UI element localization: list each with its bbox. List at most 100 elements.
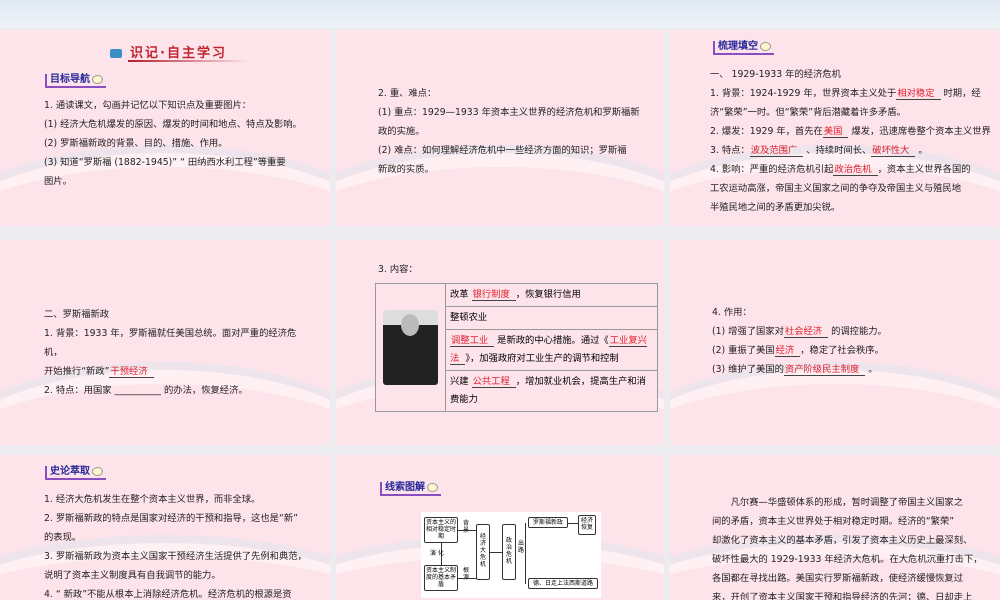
- new-deal-content-table: 改革 银行制度 ，恢复银行信用 整顿农业 调整工业 是新政的中心措施。通过《工业复…: [375, 283, 658, 412]
- tag-label: 梳理填空: [718, 41, 758, 52]
- text-segment: 4. 作用：: [712, 307, 752, 318]
- slide-text: 1. 通读课文，勾画并记忆以下知识点及重要图片： (1) 经济大危机爆发的原因、爆…: [44, 96, 302, 191]
- box-stable: 资本主义的相对稳定时期: [424, 517, 458, 543]
- title-underline: [128, 60, 248, 62]
- table-cell: 调整工业 是新政的中心措施。通过《工业复兴法 》，加强政府对工业生产的调节和控制: [445, 329, 658, 371]
- section-tag: 史论萃取: [45, 466, 106, 480]
- text-segment: 却激化了资本主义的基本矛盾，引发了资本主义历史上最深刻、: [712, 535, 973, 546]
- text-segment: 3. 罗斯福新政为资本主义国家干预经济生活提供了先例和典范，: [44, 551, 307, 562]
- text-line: 各国都在寻找出路。美国实行罗斯福新政，使经济缓慢恢复过: [712, 569, 982, 588]
- text-segment: 说明了资本主义制度具有自我调节的能力。: [44, 570, 221, 581]
- text-segment: 1. 背景：1933 年，罗斯福就任美国总统。面对严重的经济危: [44, 328, 297, 339]
- slide-2[interactable]: 2. 重、难点： (1) 重点：1929—1933 年资本主义世界的经济危机和罗斯…: [336, 30, 664, 226]
- text-line: 4. 影响：严重的经济危机引起政治危机 ，资本主义世界各国的: [710, 160, 991, 179]
- text-segment: ，稳定了社会秩序。: [800, 345, 884, 356]
- text-line: 济“繁荣”一时。但“繁荣”背后潜藏着许多矛盾。: [710, 103, 991, 122]
- note-icon: [760, 41, 771, 51]
- answer-fill: 波及范围广: [749, 145, 804, 157]
- text-line: 半殖民地之间的矛盾更加尖锐。: [710, 198, 991, 217]
- text-segment: 济“繁荣”一时。但“繁荣”背后潜藏着许多矛盾。: [710, 107, 906, 118]
- text-segment: 2. 特点：用国家 __________ 的办法，恢复经济。: [44, 385, 248, 396]
- text-segment: 爆发，迅速席卷整个资本主义世界: [848, 126, 991, 137]
- slide-text: 二、罗斯福新政 1. 背景：1933 年，罗斯福就任美国总统。面对严重的经济危 机，…: [44, 305, 296, 400]
- text-line: 新政的实质。: [378, 160, 640, 179]
- text-line: 来，开创了资本主义国家干预和指导经济的先河；德、日却走上: [712, 588, 982, 600]
- text-segment: 4. 影响：严重的经济危机引起: [710, 164, 834, 175]
- text-line: 4. 作用：: [712, 303, 887, 322]
- answer-fill: 银行制度: [471, 289, 516, 301]
- text-line: 2. 特点：用国家 __________ 的办法，恢复经济。: [44, 381, 296, 400]
- slide-1[interactable]: 识记·自主学习 目标导航 1. 通读课文，勾画并记忆以下知识点及重要图片： (1)…: [0, 30, 330, 226]
- text-segment: 来，开创了资本主义国家干预和指导经济的先河；德、日却走上: [712, 592, 973, 600]
- slide-heading: 3. 内容：: [378, 264, 418, 275]
- text-segment: 》，加强政府对工业生产的调节和控制: [465, 353, 619, 364]
- text-line: 的表现。: [44, 528, 307, 547]
- text-line: 政的实施。: [378, 122, 640, 141]
- text-line: 一、 1929-1933 年的经济危机: [710, 65, 991, 84]
- text-segment: 政的实施。: [378, 126, 425, 137]
- title-text: 识记·自主学习: [130, 46, 227, 61]
- text-segment: (2) 重振了美国: [712, 345, 775, 356]
- slide-text: 4. 作用： (1) 增强了国家对社会经济 的调控能力。 (2) 重振了美国经济 ，稳…: [712, 303, 887, 379]
- table-cell: 兴建 公共工程 ，增加就业机会，提高生产和消费能力: [445, 370, 658, 412]
- answer-fill: 干预经济: [109, 366, 154, 378]
- answer-fill: 资产阶级民主制度: [783, 364, 866, 376]
- slide-8[interactable]: 线索图解 资本主义的相对稳定时期 资本主义制度的基本矛盾 演 化 背景 根源 经…: [336, 455, 664, 600]
- text-segment: 兴建: [450, 376, 472, 387]
- tag-label: 目标导航: [50, 74, 90, 85]
- slide-5[interactable]: 3. 内容： 改革 银行制度 ，恢复银行信用 整顿农业 调整工业 是新政的中心措施…: [336, 240, 664, 445]
- text-segment: 。: [865, 364, 878, 375]
- text-line: 2. 爆发：1929 年，首先在美国 爆发，迅速席卷整个资本主义世界: [710, 122, 991, 141]
- text-segment: 是新政的中心措施。通过《: [494, 335, 609, 346]
- text-line: (3) 维护了美国的资产阶级民主制度 。: [712, 360, 887, 379]
- table-cell: 整顿农业: [445, 306, 658, 330]
- text-line: 二、罗斯福新政: [44, 305, 296, 324]
- text-segment: 工农运动高涨，帝国主义国家之间的争夺及帝国主义与殖民地: [710, 183, 962, 194]
- box-new-deal: 罗斯福新政: [528, 517, 568, 528]
- section-tag: 梳理填空: [713, 41, 774, 55]
- slide-text: 凡尔赛—华盛顿体系的形成，暂时调整了帝国主义国家之 间的矛盾，资本主义世界处于相对…: [712, 493, 982, 600]
- text-segment: (1) 增强了国家对: [712, 326, 784, 337]
- roosevelt-photo: [383, 310, 438, 385]
- text-segment: 4. “ 新政”不能从根本上消除经济危机。经济危机的根源是资: [44, 589, 292, 600]
- arrow-line: [490, 552, 502, 553]
- box-contradiction: 资本主义制度的基本矛盾: [424, 565, 458, 591]
- text-segment: (3) 知道“罗斯福 (1882-1945)” “ 田纳西水利工程”等重要: [44, 157, 286, 168]
- text-line: 3. 特点：波及范围广 、持续时间长、破坏性大 。: [710, 141, 991, 160]
- slide-7[interactable]: 史论萃取 1. 经济大危机发生在整个资本主义世界，而非全球。 2. 罗斯福新政的特…: [0, 455, 330, 600]
- text-line: 开始推行“新政”干预经济: [44, 362, 296, 381]
- slide-text: 一、 1929-1933 年的经济危机 1. 背景：1924-1929 年，世界资…: [710, 65, 991, 217]
- text-line: 工农运动高涨，帝国主义国家之间的争夺及帝国主义与殖民地: [710, 179, 991, 198]
- text-segment: 时期，经: [940, 88, 981, 99]
- text-segment: (3) 维护了美国的: [712, 364, 784, 375]
- text-line: (2) 重振了美国经济 ，稳定了社会秩序。: [712, 341, 887, 360]
- slide-title: 识记·自主学习: [110, 42, 248, 62]
- text-line: 1. 背景：1933 年，罗斯福就任美国总统。面对严重的经济危: [44, 324, 296, 343]
- box-political: 政治危机: [502, 524, 516, 580]
- section-tag: 线索图解: [380, 482, 441, 496]
- text-segment: 、持续时间长、: [803, 145, 872, 156]
- book-icon: [110, 49, 122, 58]
- photo-cell: [375, 283, 446, 412]
- text-line: 2. 重、难点：: [378, 84, 640, 103]
- box-crisis: 经济大危机: [476, 524, 490, 580]
- text-segment: 的表现。: [44, 532, 82, 543]
- slide-3[interactable]: 梳理填空 一、 1929-1933 年的经济危机 1. 背景：1924-1929 …: [670, 30, 1000, 226]
- text-line: 说明了资本主义制度具有自我调节的能力。: [44, 566, 307, 585]
- text-segment: 各国都在寻找出路。美国实行罗斯福新政，使经济缓慢恢复过: [712, 573, 964, 584]
- text-line: (1) 经济大危机爆发的原因、爆发的时间和地点、特点及影响。: [44, 115, 302, 134]
- slide-4[interactable]: 二、罗斯福新政 1. 背景：1933 年，罗斯福就任美国总统。面对严重的经济危 机，…: [0, 240, 330, 445]
- slide-9[interactable]: 凡尔赛—华盛顿体系的形成，暂时调整了帝国主义国家之 间的矛盾，资本主义世界处于相对…: [670, 455, 1000, 600]
- text-segment: 1. 经济大危机发生在整个资本主义世界，而非全球。: [44, 494, 261, 505]
- section-tag: 目标导航: [45, 74, 106, 88]
- answer-fill: 公共工程: [471, 376, 516, 388]
- text-segment: 破坏性最大的 1929-1933 年经济大危机。在大危机沉重打击下，: [712, 554, 983, 565]
- note-icon: [92, 74, 103, 84]
- text-segment: 1. 背景：1924-1929 年，世界资本主义处于: [710, 88, 897, 99]
- text-line: (1) 重点：1929—1933 年资本主义世界的经济危机和罗斯福新: [378, 103, 640, 122]
- answer-fill: 破坏性大: [871, 145, 916, 157]
- text-segment: 2. 罗斯福新政的特点是国家对经济的干预和指导，这也是“新”: [44, 513, 298, 524]
- slide-6[interactable]: 4. 作用： (1) 增强了国家对社会经济 的调控能力。 (2) 重振了美国经济 ，稳…: [670, 240, 1000, 445]
- text-line: (2) 罗斯福新政的背景、目的、措施、作用。: [44, 134, 302, 153]
- label-outlet: 出路: [518, 540, 525, 554]
